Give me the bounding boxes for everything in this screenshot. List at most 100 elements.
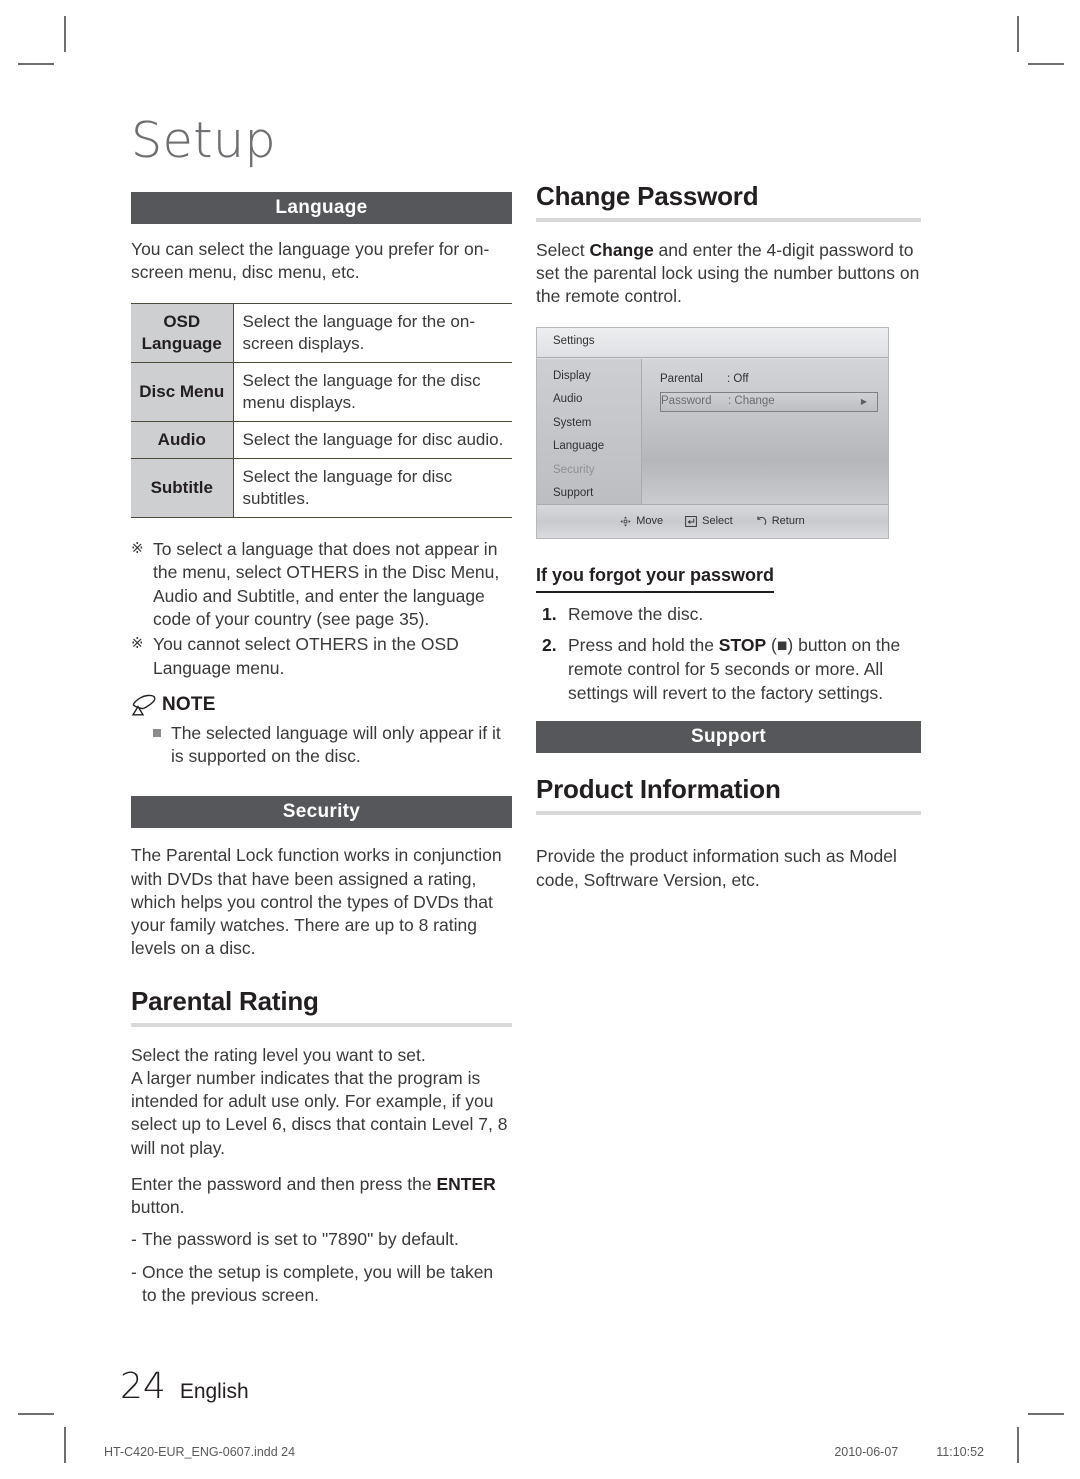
return-arrow-icon	[755, 516, 767, 527]
table-cell-value: Select the language for the on-screen di…	[233, 302, 512, 363]
hint-move: Move	[620, 515, 663, 527]
asterisk-notes: ※ To select a language that does not app…	[131, 538, 512, 680]
print-footer-date: 2010-06-07	[834, 1445, 899, 1459]
list-item: 2. Press and hold the STOP (■) button on…	[536, 634, 921, 705]
hint-return: Return	[755, 515, 805, 527]
dash-item-text: The password is set to "7890" by default…	[142, 1229, 459, 1250]
parental-rating-paragraph-3: Enter the password and then press the EN…	[131, 1173, 512, 1220]
table-cell-key: OSD Language	[131, 302, 234, 363]
table-cell-value: Select the language for the disc menu di…	[233, 362, 512, 422]
sidebar-item-support[interactable]: Support	[553, 488, 641, 500]
table-cell-value: Select the language for disc subtitles.	[233, 458, 512, 519]
note-item: The selected language will only appear i…	[131, 722, 512, 769]
forgot-password-steps: 1. Remove the disc. 2. Press and hold th…	[536, 603, 921, 705]
product-information-heading: Product Information	[536, 774, 781, 805]
settings-screen-screenshot: Settings Display Audio System Language S…	[536, 326, 889, 539]
enter-button-label: ENTER	[436, 1173, 496, 1194]
print-footer-timestamp: 2010-06-07 11:10:52	[834, 1445, 984, 1459]
heading-rule	[131, 1022, 512, 1027]
enter-instruction-pre: Enter the password and then press the	[131, 1173, 437, 1194]
reference-mark-icon: ※	[131, 540, 144, 558]
hint-return-label: Return	[771, 515, 805, 528]
language-options-table: OSD Language Select the language for the…	[131, 302, 512, 519]
reference-mark-icon: ※	[131, 635, 144, 653]
table-cell-key: Audio	[131, 421, 234, 460]
sidebar-item-security[interactable]: Security	[553, 464, 641, 477]
left-column: Language You can select the language you…	[131, 192, 512, 1307]
note-header: NOTE	[131, 694, 512, 716]
section-band-security: Security	[131, 796, 512, 829]
dash-item: - The password is set to "7890" by defau…	[131, 1228, 512, 1251]
section-band-support: Support	[536, 721, 921, 754]
setting-value-parental: : Off	[727, 372, 749, 385]
dash-item: - Once the setup is complete, you will b…	[131, 1261, 512, 1308]
dash-icon: -	[131, 1261, 137, 1282]
parental-rating-heading: Parental Rating	[131, 985, 319, 1016]
setting-label-password: Password	[661, 395, 712, 408]
step-text-pre: Remove the disc.	[568, 604, 704, 625]
heading-rule	[536, 811, 921, 816]
settings-nav-list: Display Audio System Language Security S…	[537, 358, 642, 504]
stop-button-label: STOP	[718, 635, 767, 656]
settings-footer-hints: Move Select Return	[537, 503, 888, 538]
table-row: Disc Menu Select the language for the di…	[131, 362, 512, 422]
page-language: English	[179, 1380, 249, 1403]
settings-content-pane: Parental : Off Password : Change ▶	[642, 358, 888, 504]
manual-page: Setup Language You can select the langua…	[0, 0, 1080, 1479]
sidebar-item-language[interactable]: Language	[553, 441, 641, 453]
page-number: 24	[120, 1366, 166, 1407]
step-number: 1.	[542, 604, 557, 625]
sidebar-item-display[interactable]: Display	[553, 370, 641, 383]
print-footer-time: 11:10:52	[936, 1445, 984, 1459]
heading-rule	[536, 217, 921, 222]
asterisk-note: ※ You cannot select OTHERS in the OSD La…	[131, 633, 512, 680]
asterisk-note-text: You cannot select OTHERS in the OSD Lang…	[153, 634, 459, 678]
note-label: NOTE	[162, 693, 216, 715]
table-cell-key: Disc Menu	[131, 362, 234, 422]
parental-rating-paragraph-1: Select the rating level you want to set.	[131, 1044, 426, 1065]
step-text: Remove the disc.	[568, 603, 703, 627]
change-password-pre: Select	[536, 239, 590, 260]
step-text: Press and hold the STOP (■) button on th…	[568, 634, 921, 705]
sidebar-item-audio[interactable]: Audio	[553, 394, 641, 406]
dash-icon: -	[131, 1229, 137, 1250]
asterisk-note-text: To select a language that does not appea…	[153, 539, 500, 629]
product-information-text: Provide the product information such as …	[536, 846, 897, 890]
setting-row-password[interactable]: Password : Change ▶	[660, 392, 878, 412]
step-number: 2.	[542, 635, 557, 656]
list-item: 1. Remove the disc.	[536, 603, 921, 627]
square-bullet-icon	[153, 722, 171, 769]
language-intro-text: You can select the language you prefer f…	[131, 239, 490, 283]
setting-row-parental[interactable]: Parental : Off	[660, 371, 878, 389]
asterisk-note: ※ To select a language that does not app…	[131, 538, 512, 631]
hint-select-label: Select	[702, 515, 733, 528]
table-cell-value: Select the language for disc audio.	[233, 421, 512, 460]
pencil-icon	[131, 694, 157, 716]
security-intro-text: The Parental Lock function works in conj…	[131, 845, 502, 959]
step-text-pre: Press and hold the	[568, 635, 719, 656]
parental-rating-paragraph-2: A larger number indicates that the progr…	[131, 1067, 508, 1158]
enter-select-icon	[685, 515, 698, 527]
print-footer: HT-C420-EUR_ENG-0607.indd 24 2010-06-07 …	[104, 1445, 984, 1459]
forgot-password-heading: If you forgot your password	[536, 565, 775, 594]
change-option-label: Change	[589, 239, 654, 260]
hint-select: Select	[685, 515, 733, 527]
table-key-line1: OSD	[163, 311, 201, 331]
page-footer: 24 English	[120, 1366, 249, 1407]
settings-window-title: Settings	[537, 327, 888, 358]
print-footer-filename: HT-C420-EUR_ENG-0607.indd 24	[104, 1445, 296, 1459]
enter-instruction-post: button.	[131, 1197, 185, 1218]
setting-value-password: : Change	[728, 395, 775, 408]
settings-body: Display Audio System Language Security S…	[537, 358, 888, 504]
table-key-line2: Language	[141, 333, 222, 353]
sidebar-item-system[interactable]: System	[553, 417, 641, 430]
chevron-right-icon: ▶	[860, 396, 867, 406]
right-column: Change Password Select Change and enter …	[536, 181, 921, 892]
table-row: OSD Language Select the language for the…	[131, 302, 512, 363]
dpad-move-icon	[620, 516, 631, 527]
note-item-text: The selected language will only appear i…	[171, 722, 501, 767]
change-password-heading: Change Password	[536, 181, 759, 211]
change-password-paragraph: Select Change and enter the 4-digit pass…	[536, 239, 921, 309]
page-title: Setup	[131, 112, 277, 169]
section-band-language: Language	[131, 192, 512, 224]
